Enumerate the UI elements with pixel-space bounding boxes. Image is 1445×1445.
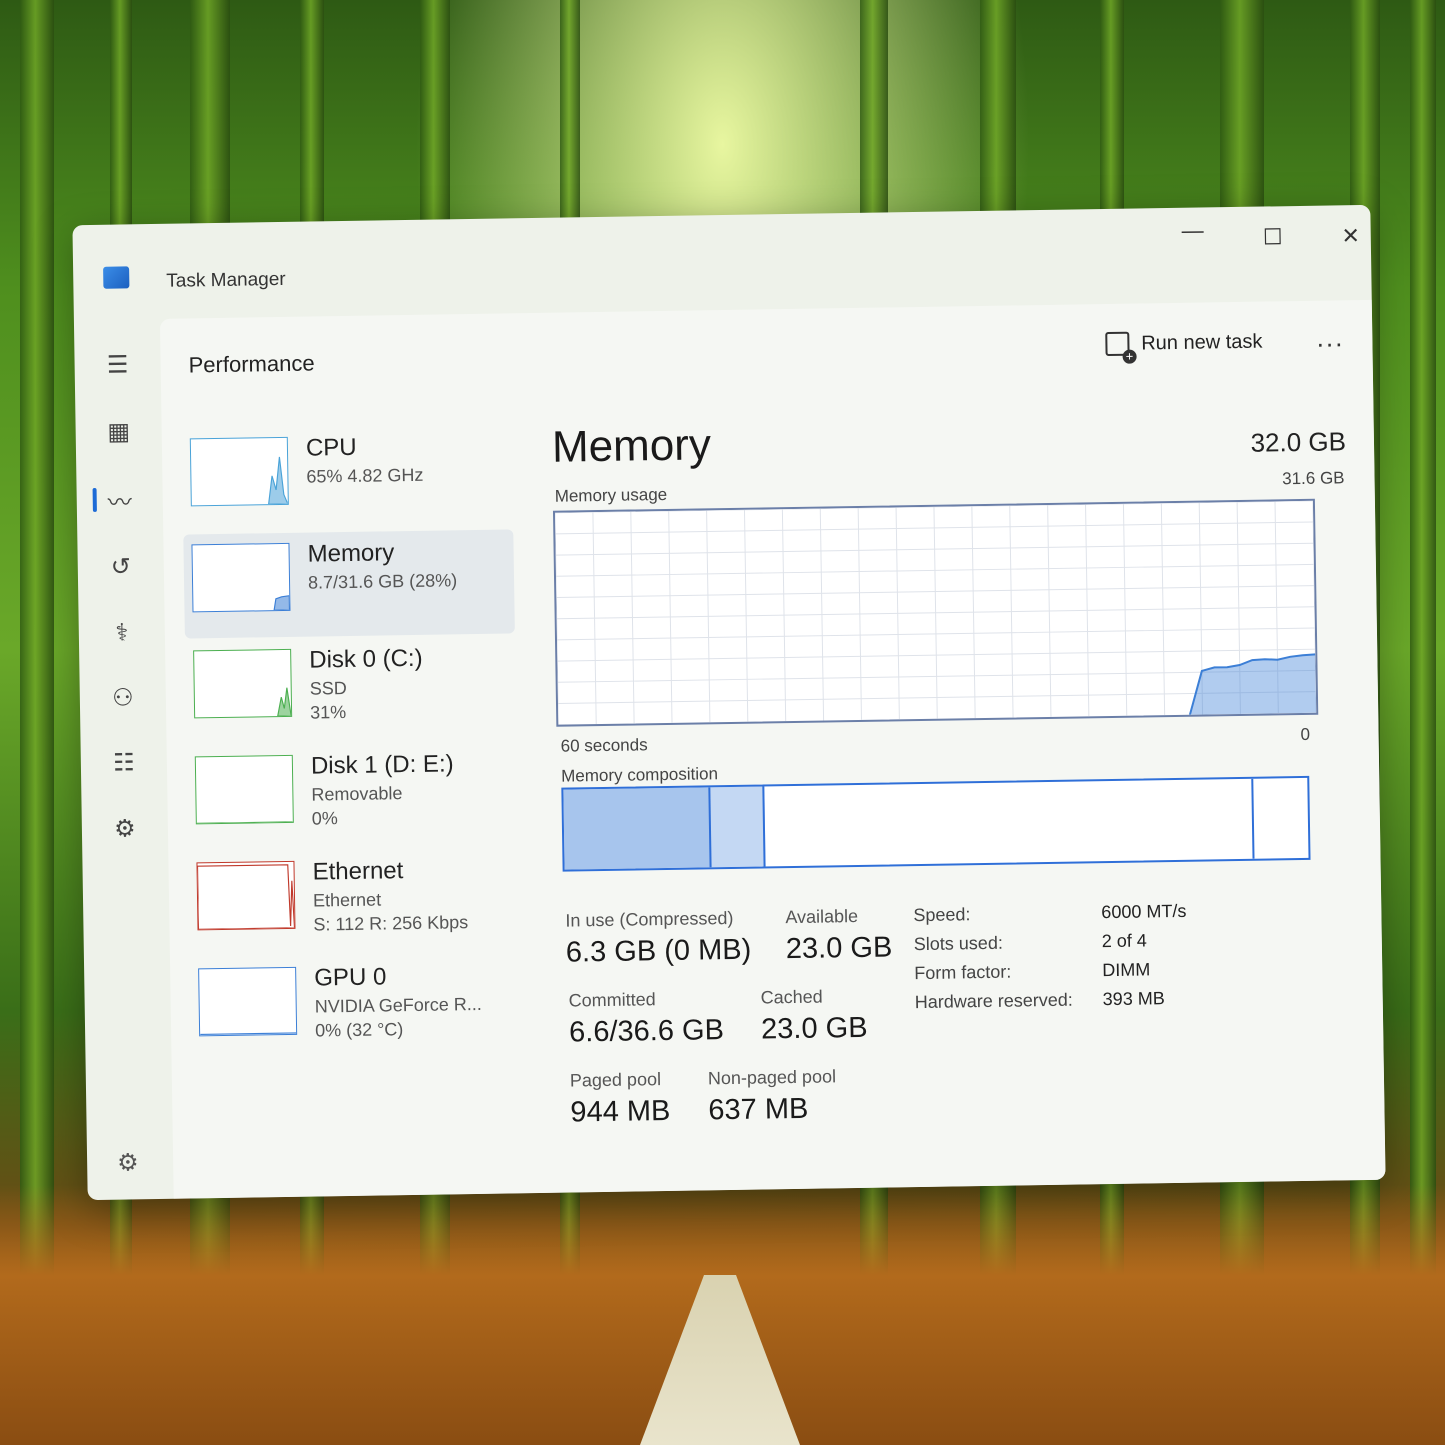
device-detail: 0% [311,808,338,829]
available-label: Available [785,905,859,928]
committed-label: Committed [568,989,656,1011]
content-pane: Performance Run new task ... CPU65% 4.82… [159,299,1386,1199]
device-thumbnail-graph [193,648,293,719]
device-thumbnail-graph [194,754,294,825]
startup-apps-icon[interactable]: ⚕ [107,617,137,647]
composition-segment[interactable] [563,787,712,870]
in-use-label: In use (Compressed) [565,907,734,931]
memory-usage-max: 31.6 GB [1282,468,1345,489]
settings-icon[interactable]: ⚙ [117,1148,139,1177]
minimize-icon[interactable]: — [1172,217,1212,244]
non-paged-pool-value: 637 MB [708,1092,809,1127]
time-axis-left: 60 seconds [560,735,648,756]
active-nav-indicator [92,487,97,512]
device-name: GPU 0 [314,963,387,992]
hamburger-menu-icon[interactable]: ☰ [102,349,132,379]
device-thumbnail-trace [267,456,289,505]
device-thumbnail-trace [200,1032,297,1035]
device-item[interactable]: Memory 8.7/31.6 GB (28%) [183,529,515,639]
memory-detail: Memory 32.0 GB Memory usage 31.6 GB 60 s… [552,410,1358,1172]
memory-usage-label: Memory usage [554,484,668,506]
form-factor-label: Form factor: [914,961,1012,984]
device-item[interactable]: Disk 1 (D: E:) Removable 0% [187,741,519,850]
processes-icon[interactable]: ▦ [103,416,133,446]
speed-label: Speed: [913,904,971,926]
available-value: 23.0 GB [785,931,893,966]
memory-title: Memory [551,420,712,472]
run-new-task-icon [1105,331,1130,357]
run-new-task-label: Run new task [1141,330,1263,354]
hardware-reserved-label: Hardware reserved: [914,989,1073,1013]
device-thumbnail-graph [196,860,296,931]
memory-usage-area [1189,654,1317,715]
paged-pool-label: Paged pool [569,1069,662,1091]
device-thumbnail-trace [196,821,293,824]
device-detail: 0% (32 °C) [314,1019,404,1041]
memory-composition-bar [561,775,1311,872]
users-icon[interactable]: ⚇ [108,682,138,712]
services-icon[interactable]: ⚙ [110,813,140,843]
performance-icon[interactable]: 〰 [105,484,135,516]
device-detail: S: 112 R: 256 Kbps [313,912,469,935]
device-name: Ethernet [312,857,404,886]
cached-label: Cached [760,986,823,1008]
slots-used-label: Slots used: [913,932,1004,955]
non-paged-pool-label: Non-paged pool [707,1066,837,1089]
device-item[interactable]: Ethernet Ethernet S: 112 R: 256 Kbps [188,847,520,956]
composition-segment[interactable] [709,786,766,868]
app-history-icon[interactable]: ↺ [106,551,136,581]
cached-value: 23.0 GB [760,1011,868,1046]
hardware-reserved-value: 393 MB [1102,988,1165,1010]
device-item[interactable]: Disk 0 (C:) SSD 31% [185,635,517,744]
device-thumbnail-trace [273,595,291,611]
device-detail: Removable [311,783,403,805]
device-thumbnail-trace [196,864,296,930]
more-options-icon[interactable]: ... [1316,322,1344,353]
task-manager-app-icon [103,266,130,289]
device-thumbnail-graph [189,436,289,507]
device-name: Disk 1 (D: E:) [310,750,454,780]
device-detail: SSD [309,678,347,699]
time-axis-right: 0 [1300,724,1311,745]
page-header: Performance Run new task ... [160,300,1373,409]
device-detail: Ethernet [312,889,382,911]
device-detail: NVIDIA GeForce R... [314,993,482,1017]
device-list: CPU 65% 4.82 GHz Memory 8.7/31.6 GB (28%) Di… [182,423,522,1064]
device-thumbnail-graph [191,542,291,613]
device-name: CPU [305,433,357,462]
task-manager-window: Task Manager — ☐ ✕ ☰ ▦ 〰 ↺ ⚕ ⚇ ☷ ⚙ ⚙ Per… [72,204,1386,1201]
close-icon[interactable]: ✕ [1331,223,1371,250]
composition-segment[interactable] [1253,778,1309,859]
device-item[interactable]: CPU 65% 4.82 GHz [182,423,514,532]
memory-usage-chart [552,498,1319,727]
form-factor-value: DIMM [1102,959,1151,981]
committed-value: 6.6/36.6 GB [568,1014,725,1049]
speed-value: 6000 MT/s [1101,900,1187,923]
memory-total: 32.0 GB [1250,426,1347,458]
device-detail: 8.7/31.6 GB (28%) [307,570,458,593]
details-icon[interactable]: ☷ [109,747,139,777]
window-title: Task Manager [166,268,286,292]
device-detail: 31% [309,702,347,723]
in-use-value: 6.3 GB (0 MB) [565,933,752,969]
device-detail: 65% 4.82 GHz [306,464,424,487]
device-item[interactable]: GPU 0 NVIDIA GeForce R... 0% (32 °C) [190,953,522,1062]
device-thumbnail-trace [277,687,292,717]
memory-usage-graph [554,500,1317,725]
nav-sidebar: ☰ ▦ 〰 ↺ ⚕ ⚇ ☷ ⚙ ⚙ [74,319,174,1200]
paged-pool-value: 944 MB [570,1094,671,1129]
page-title: Performance [188,350,315,378]
device-name: Disk 0 (C:) [309,644,423,674]
composition-segment[interactable] [764,778,1255,867]
memory-composition-label: Memory composition [560,764,719,786]
run-new-task-button[interactable]: Run new task [1105,330,1263,357]
maximize-icon[interactable]: ☐ [1253,224,1293,251]
device-name: Memory [307,539,395,568]
slots-used-value: 2 of 4 [1101,930,1147,952]
device-thumbnail-graph [198,966,298,1037]
